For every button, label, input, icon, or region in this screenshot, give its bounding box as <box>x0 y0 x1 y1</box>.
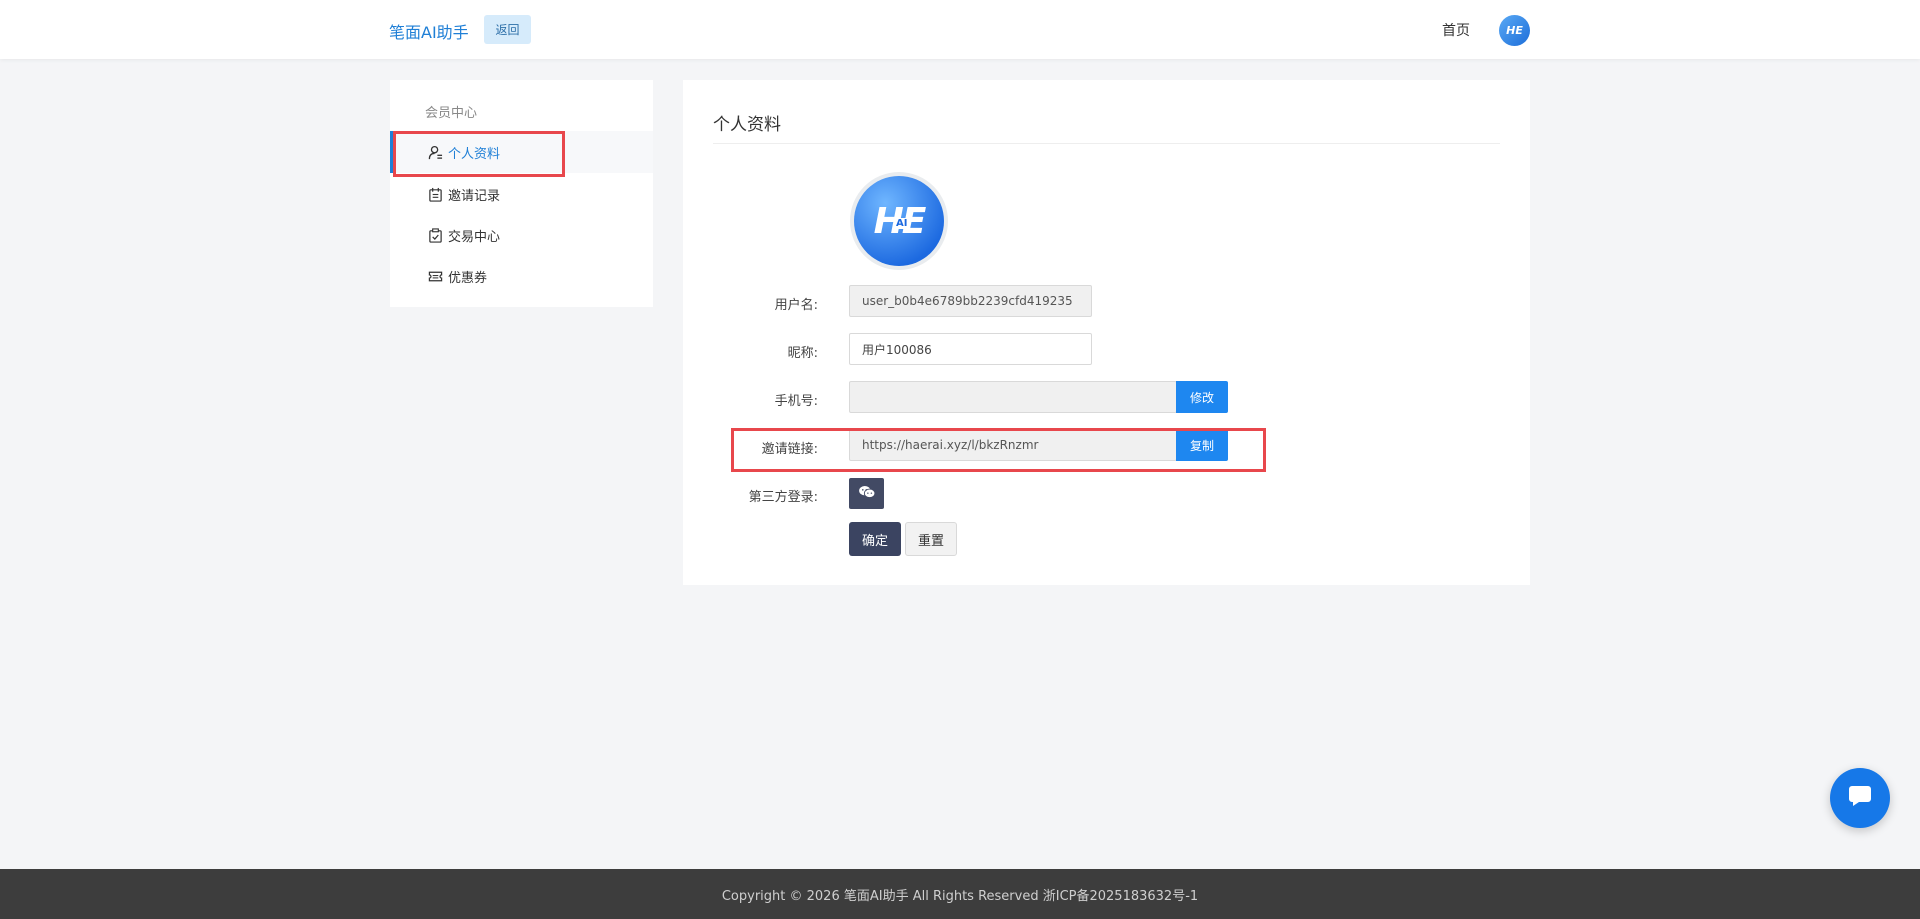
user-icon <box>428 145 443 160</box>
sidebar-title: 会员中心 <box>425 106 478 121</box>
phone-field[interactable] <box>849 381 1177 413</box>
chat-button[interactable] <box>1830 768 1890 828</box>
username-field[interactable]: user_b0b4e6789bb2239cfd419235 <box>849 285 1092 317</box>
sidebar-item-label: 邀请记录 <box>448 188 501 204</box>
confirm-button[interactable]: 确定 <box>849 522 901 556</box>
footer: Copyright © 2026 笔面AI助手 All Rights Reser… <box>0 869 1920 919</box>
phone-label: 手机号: <box>774 394 818 409</box>
clipboard-check-icon <box>428 227 443 243</box>
avatar-logo-sub: AI <box>894 218 910 229</box>
sidebar-item-label: 个人资料 <box>448 146 501 162</box>
sidebar-item-label: 交易中心 <box>448 229 501 245</box>
ticket-icon <box>428 269 443 284</box>
third-party-login-label: 第三方登录: <box>748 490 818 505</box>
invite-link-field[interactable]: https://haerai.xyz/l/bkzRnzmr <box>849 429 1177 461</box>
calendar-icon <box>428 187 443 202</box>
edit-phone-button[interactable]: 修改 <box>1176 381 1228 413</box>
divider <box>713 143 1500 144</box>
home-link[interactable]: 首页 <box>1442 20 1470 40</box>
brand-title[interactable]: 笔面AI助手 <box>389 19 469 43</box>
sidebar-item-profile[interactable]: 个人资料 <box>390 131 653 173</box>
username-label: 用户名: <box>774 298 818 313</box>
nickname-field[interactable]: 用户100086 <box>849 333 1092 365</box>
sidebar-item-coupons[interactable]: 优惠券 <box>390 255 653 297</box>
sidebar-item-transactions[interactable]: 交易中心 <box>390 214 653 256</box>
wechat-login-button[interactable] <box>849 478 884 509</box>
nickname-label: 昵称: <box>787 346 818 361</box>
reset-button[interactable]: 重置 <box>905 522 957 556</box>
copy-link-button[interactable]: 复制 <box>1176 429 1228 461</box>
profile-card: 个人资料 HE AI 用户名: user_b0b4e6789bb2239cfd4… <box>683 80 1530 585</box>
sidebar: 会员中心 个人资料 邀请记录 交易中心 优惠券 <box>390 80 653 307</box>
top-header: 笔面AI助手 返回 首页 HE <box>0 0 1920 59</box>
page-title: 个人资料 <box>713 115 781 135</box>
invite-link-label: 邀请链接: <box>761 442 818 457</box>
back-button[interactable]: 返回 <box>484 15 531 44</box>
chat-icon <box>1846 782 1874 814</box>
avatar-image: HE AI <box>854 176 944 266</box>
wechat-icon <box>858 484 876 503</box>
sidebar-item-invites[interactable]: 邀请记录 <box>390 173 653 215</box>
user-avatar[interactable]: HE <box>1499 15 1530 46</box>
sidebar-item-label: 优惠券 <box>448 270 488 286</box>
profile-avatar[interactable]: HE AI <box>850 172 948 270</box>
copyright-text: Copyright © 2026 笔面AI助手 All Rights Reser… <box>721 888 1199 904</box>
